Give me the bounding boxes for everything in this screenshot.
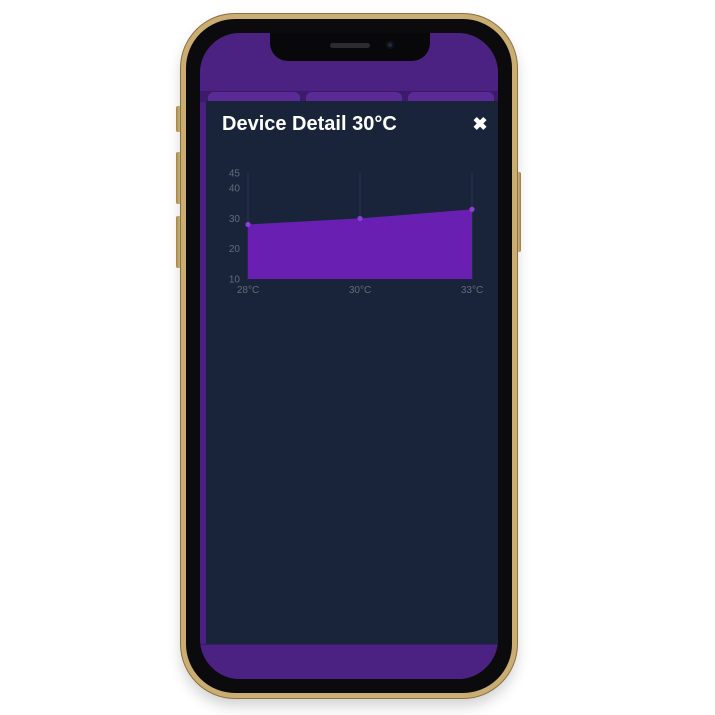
y-tick-label: 10 — [229, 275, 241, 286]
y-tick-label: 45 — [229, 169, 241, 180]
x-tick-label: 30°C — [349, 285, 371, 295]
y-tick-label: 40 — [229, 184, 241, 195]
close-icon[interactable]: ✖ — [470, 114, 490, 134]
device-detail-modal: Device Detail 30°C ✖ 10 20 30 40 45 28°C 30°C… — [206, 101, 498, 644]
chart-series — [245, 206, 475, 279]
y-tick-label: 30 — [229, 214, 241, 225]
y-axis: 10 20 30 40 45 — [229, 169, 241, 286]
notch — [270, 33, 430, 61]
chart-point — [357, 215, 363, 222]
modal-title: Device Detail 30°C — [222, 113, 397, 135]
bottom-bar — [200, 644, 498, 679]
phone-frame: Device Detail 30°C ✖ 10 20 30 40 45 28°C 30°C… — [181, 14, 517, 698]
phone-screen: Device Detail 30°C ✖ 10 20 30 40 45 28°C 30°C… — [200, 33, 498, 679]
x-tick-label: 33°C — [461, 285, 483, 295]
x-axis: 28°C 30°C 33°C — [237, 285, 483, 295]
y-tick-label: 20 — [229, 244, 241, 255]
temperature-chart: 10 20 30 40 45 28°C 30°C 33°C — [229, 169, 483, 296]
status-bar — [200, 33, 498, 92]
device-mockup: Device Detail 30°C ✖ 10 20 30 40 45 28°C 30°C… — [0, 0, 715, 715]
chart-point — [245, 221, 251, 228]
front-camera-icon — [386, 41, 394, 49]
x-tick-label: 28°C — [237, 285, 259, 295]
speaker-grille — [330, 43, 370, 48]
chart-point — [469, 206, 475, 212]
